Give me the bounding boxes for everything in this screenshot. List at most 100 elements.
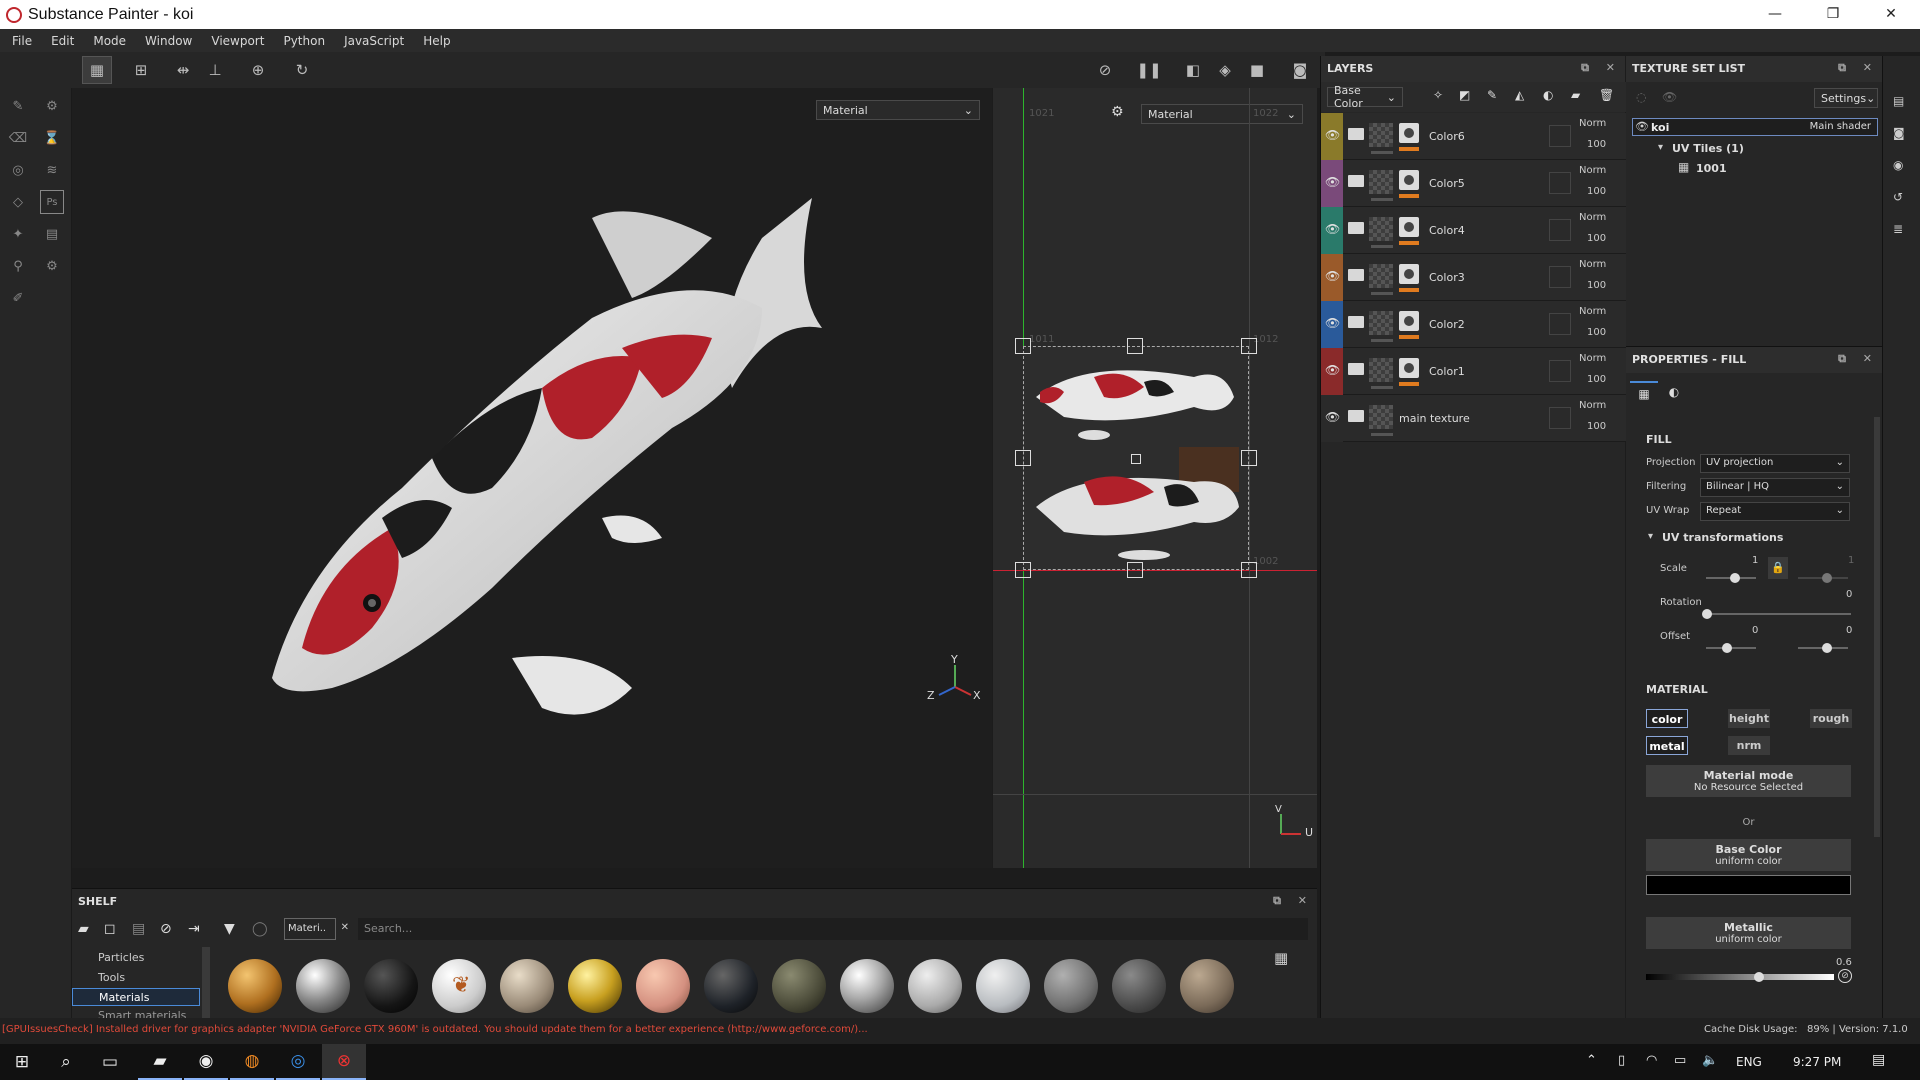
minimize-button[interactable]: — — [1746, 0, 1804, 29]
material-thumbnail[interactable] — [364, 959, 418, 1013]
shelf-search-input[interactable]: Search... — [358, 918, 1308, 940]
pause-icon[interactable]: ❚❚ — [1134, 56, 1164, 84]
timer-icon[interactable]: ⌛ — [40, 126, 64, 150]
transform-handle[interactable] — [1015, 450, 1031, 466]
transform-handle[interactable] — [1015, 562, 1031, 578]
mask-icon[interactable]: ◩ — [1459, 88, 1470, 102]
layer-effect-slot[interactable] — [1549, 172, 1571, 194]
properties-tab-fill[interactable]: ▦ — [1630, 381, 1658, 407]
layer-opacity[interactable]: 100 — [1587, 186, 1606, 197]
add-smart-material-icon[interactable]: ◐ — [1543, 88, 1553, 102]
folder-icon[interactable]: ▰ — [78, 921, 89, 937]
material-thumbnail[interactable] — [840, 959, 894, 1013]
eraser-icon[interactable]: ⌫ — [6, 126, 30, 150]
shader-settings-icon[interactable]: ◉ — [1893, 158, 1903, 172]
slider-knob[interactable] — [1702, 609, 1712, 619]
metallic-slider[interactable] — [1646, 972, 1834, 982]
eye-icon[interactable]: 👁 — [1325, 363, 1340, 377]
viewport-2d[interactable]: ⚙ Material⌄ 1021 1022 1011 1012 1001 100… — [993, 88, 1317, 868]
search-icon[interactable]: ⌕ — [44, 1044, 88, 1080]
blend-mode[interactable]: Norm — [1579, 353, 1606, 364]
eye-icon[interactable]: 👁 — [1325, 316, 1340, 330]
transform-handle[interactable] — [1241, 338, 1257, 354]
close-panel-icon[interactable]: ✕ — [1863, 61, 1872, 74]
eye-icon[interactable]: 👁 — [1325, 410, 1340, 424]
blend-mode[interactable]: Norm — [1579, 212, 1606, 223]
category-tools[interactable]: Tools — [98, 971, 125, 984]
shelf-scrollbar[interactable] — [202, 947, 210, 1019]
float-panel-icon[interactable]: ⧉ — [1838, 61, 1846, 75]
texture-set-row[interactable]: 👁 koi Main shader — [1632, 118, 1878, 136]
export-icon[interactable]: ▤ — [40, 222, 64, 246]
settings-select[interactable]: Settings ⌄ — [1814, 88, 1878, 108]
menu-file[interactable]: File — [12, 34, 32, 48]
channel-height-button[interactable]: height — [1728, 709, 1770, 728]
layer-opacity[interactable]: 100 — [1587, 374, 1606, 385]
eye-icon[interactable]: 👁 — [1635, 120, 1649, 133]
import-icon[interactable]: ⇥ — [188, 921, 200, 937]
close-panel-icon[interactable]: ✕ — [1298, 894, 1307, 907]
eye-icon[interactable]: 👁 — [1325, 269, 1340, 283]
grid-settings-icon[interactable]: ⚙ — [1111, 104, 1124, 120]
eye-icon[interactable]: 👁 — [1662, 90, 1677, 104]
add-view-icon[interactable]: ⊕ — [243, 56, 273, 84]
scale-slider-v[interactable] — [1798, 573, 1848, 583]
maximize-button[interactable]: ❐ — [1804, 0, 1862, 29]
chrome-icon[interactable]: ◎ — [276, 1044, 320, 1080]
material-thumbnail[interactable] — [704, 959, 758, 1013]
eye-icon[interactable]: 👁 — [1325, 175, 1340, 189]
layer-effect-slot[interactable] — [1549, 266, 1571, 288]
layer-opacity[interactable]: 100 — [1587, 233, 1606, 244]
transform-handle[interactable] — [1241, 450, 1257, 466]
mask-thumbnail[interactable] — [1399, 217, 1419, 237]
category-particles[interactable]: Particles — [98, 951, 144, 964]
symmetry-icon[interactable]: ⇹ — [168, 56, 198, 84]
category-materials[interactable]: Materials — [72, 988, 200, 1006]
volume-icon[interactable]: 🔈 — [1702, 1053, 1718, 1068]
lock-icon[interactable]: 🔒 — [1768, 557, 1788, 579]
material-thumbnail[interactable] — [1112, 959, 1166, 1013]
channel-metal-button[interactable]: metal — [1646, 736, 1688, 755]
layer-opacity[interactable]: 100 — [1587, 139, 1606, 150]
history-icon[interactable]: ↺ — [1893, 190, 1903, 204]
transform-handle[interactable] — [1131, 454, 1141, 464]
notification-icon[interactable]: ▤ — [1872, 1052, 1885, 1068]
base-color-swatch[interactable] — [1646, 875, 1851, 895]
close-panel-icon[interactable]: ✕ — [1863, 352, 1872, 365]
blend-mode[interactable]: Norm — [1579, 306, 1606, 317]
plugin-icon[interactable]: ⚙ — [40, 254, 64, 278]
battery-icon[interactable]: ▭ — [1674, 1053, 1686, 1068]
mask-thumbnail[interactable] — [1399, 358, 1419, 378]
history-icon[interactable]: ↻ — [287, 56, 317, 84]
material-thumbnail[interactable] — [296, 959, 350, 1013]
layer-effect-slot[interactable] — [1549, 219, 1571, 241]
circle-filter-icon[interactable]: ◯ — [252, 921, 268, 937]
eye-icon[interactable]: 👁 — [1325, 128, 1340, 142]
clock[interactable]: 9:27 PM — [1793, 1055, 1841, 1069]
transform-handle[interactable] — [1241, 562, 1257, 578]
filter-tag[interactable]: Materi.. ✕ — [284, 918, 349, 940]
wifi-icon[interactable]: ◠ — [1646, 1053, 1657, 1068]
layer-opacity[interactable]: 100 — [1587, 421, 1606, 432]
blend-mode[interactable]: Norm — [1579, 259, 1606, 270]
material-thumbnail[interactable] — [568, 959, 622, 1013]
transform-handle[interactable] — [1015, 338, 1031, 354]
delete-layer-icon[interactable]: 🗑 — [1599, 88, 1614, 102]
blend-mode[interactable]: Norm — [1579, 165, 1606, 176]
add-folder-icon[interactable]: ▰ — [1571, 88, 1580, 102]
menu-window[interactable]: Window — [145, 34, 192, 48]
material-thumbnail[interactable] — [976, 959, 1030, 1013]
menu-python[interactable]: Python — [283, 34, 325, 48]
material-thumbnail[interactable] — [636, 959, 690, 1013]
app-icon[interactable]: ◉ — [184, 1044, 228, 1080]
add-fill-layer-icon[interactable]: ◭ — [1515, 88, 1524, 102]
projection-select[interactable]: UV projection ⌄ — [1700, 454, 1850, 473]
cube-icon[interactable]: ◈ — [1210, 56, 1240, 84]
mask-thumbnail[interactable] — [1399, 311, 1419, 331]
settings-brush-icon[interactable]: ⚙ — [40, 94, 64, 118]
blend-mode[interactable]: Norm — [1579, 118, 1606, 129]
substance-painter-icon[interactable]: ⊗ — [322, 1044, 366, 1080]
metallic-box[interactable]: Metallic uniform color — [1646, 917, 1851, 949]
texture-set-settings-icon[interactable]: ▤ — [1893, 94, 1904, 108]
close-icon[interactable]: ✕ — [341, 922, 349, 933]
